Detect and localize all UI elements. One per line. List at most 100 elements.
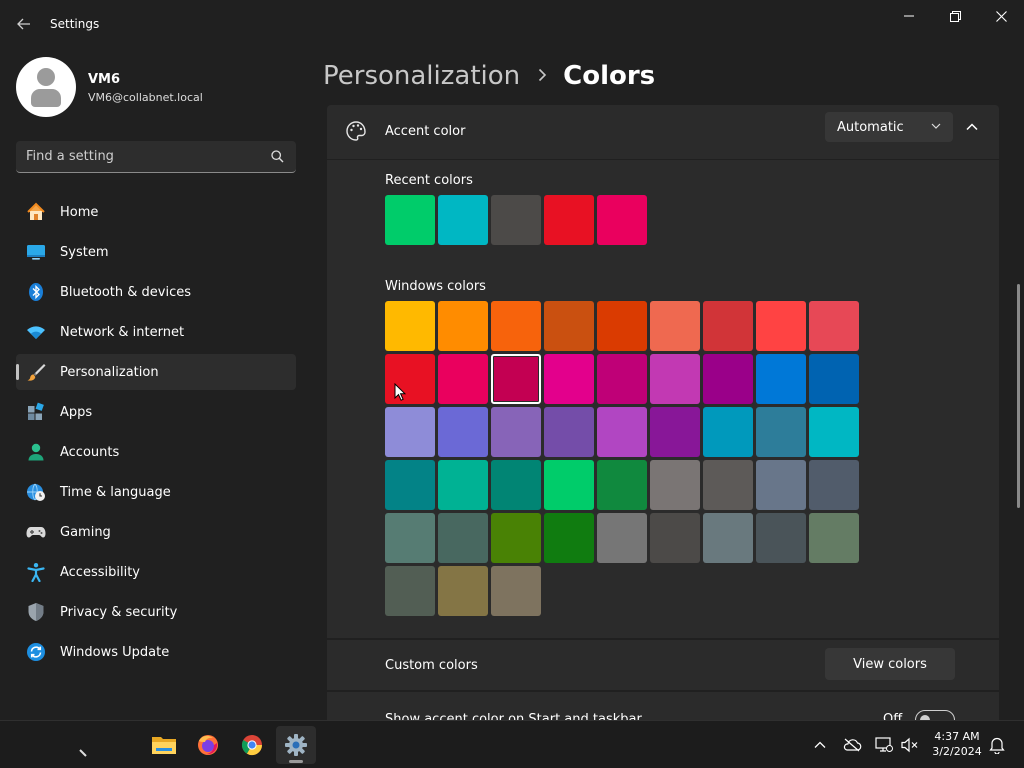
- recent-color-swatch[interactable]: [544, 195, 594, 245]
- windows-color-swatch[interactable]: [491, 460, 541, 510]
- windows-color-swatch[interactable]: [544, 354, 594, 404]
- sidebar-item-time-language[interactable]: Time & language: [16, 474, 296, 510]
- sidebar-item-privacy-security[interactable]: Privacy & security: [16, 594, 296, 630]
- windows-color-swatch[interactable]: [385, 301, 435, 351]
- windows-color-swatch[interactable]: [809, 513, 859, 563]
- cloud-offline-icon: [843, 738, 862, 752]
- sidebar-item-network[interactable]: Network & internet: [16, 314, 296, 350]
- windows-color-swatch[interactable]: [756, 407, 806, 457]
- windows-color-swatch[interactable]: [385, 407, 435, 457]
- windows-color-swatch[interactable]: [809, 301, 859, 351]
- sidebar-item-accounts[interactable]: Accounts: [16, 434, 296, 470]
- windows-color-swatch[interactable]: [809, 460, 859, 510]
- windows-color-swatch[interactable]: [597, 301, 647, 351]
- chrome-icon: [241, 735, 263, 756]
- windows-color-swatch[interactable]: [385, 513, 435, 563]
- close-button[interactable]: [978, 0, 1024, 32]
- sidebar-item-gaming[interactable]: Gaming: [16, 514, 296, 550]
- windows-color-swatch[interactable]: [385, 354, 435, 404]
- taskbar-settings[interactable]: [276, 726, 316, 764]
- page-title: Colors: [563, 61, 656, 91]
- sidebar-item-windows-update[interactable]: Windows Update: [16, 634, 296, 670]
- windows-color-swatch[interactable]: [544, 407, 594, 457]
- windows-color-swatch[interactable]: [385, 460, 435, 510]
- windows-color-swatch[interactable]: [650, 354, 700, 404]
- windows-color-swatch[interactable]: [491, 354, 541, 404]
- scrollbar[interactable]: [1017, 284, 1020, 508]
- sidebar-item-system[interactable]: System: [16, 234, 296, 270]
- accent-color-header[interactable]: Accent color Automatic: [327, 105, 999, 159]
- accounts-icon: [26, 442, 46, 462]
- onedrive-tray[interactable]: [840, 733, 864, 757]
- windows-color-swatch[interactable]: [597, 513, 647, 563]
- recent-color-swatch[interactable]: [385, 195, 435, 245]
- windows-color-swatch[interactable]: [703, 513, 753, 563]
- search-input[interactable]: [26, 141, 266, 172]
- show-hidden-icons-button[interactable]: [808, 733, 832, 757]
- windows-color-swatch[interactable]: [544, 460, 594, 510]
- sidebar-item-label: System: [60, 244, 109, 260]
- windows-color-swatch[interactable]: [385, 566, 435, 616]
- sidebar-item-personalization[interactable]: Personalization: [16, 354, 296, 390]
- windows-color-swatch[interactable]: [756, 354, 806, 404]
- windows-color-swatch[interactable]: [650, 460, 700, 510]
- shield-icon: [26, 602, 46, 622]
- collapse-button[interactable]: [957, 112, 987, 142]
- sidebar-nav: Home System Bluetooth & devices Network …: [16, 194, 296, 674]
- taskbar-chrome[interactable]: [232, 726, 272, 764]
- windows-color-swatch[interactable]: [597, 460, 647, 510]
- taskbar-clock[interactable]: 4:37 AM 3/2/2024: [926, 729, 988, 759]
- windows-color-swatch[interactable]: [756, 460, 806, 510]
- sidebar-item-apps[interactable]: Apps: [16, 394, 296, 430]
- sidebar-item-label: Home: [60, 204, 99, 220]
- accent-start-taskbar-toggle[interactable]: [915, 710, 955, 720]
- recent-color-swatch[interactable]: [597, 195, 647, 245]
- windows-color-swatch[interactable]: [597, 354, 647, 404]
- sidebar-item-accessibility[interactable]: Accessibility: [16, 554, 296, 590]
- windows-color-swatch[interactable]: [703, 460, 753, 510]
- windows-color-swatch[interactable]: [491, 407, 541, 457]
- search-icon[interactable]: [271, 150, 284, 163]
- windows-color-swatch[interactable]: [756, 513, 806, 563]
- windows-color-swatch[interactable]: [809, 407, 859, 457]
- chevron-up-icon: [966, 123, 978, 131]
- windows-color-swatch[interactable]: [438, 566, 488, 616]
- network-tray[interactable]: [872, 733, 896, 757]
- windows-color-swatch[interactable]: [438, 407, 488, 457]
- windows-color-swatch[interactable]: [438, 301, 488, 351]
- recent-color-swatch[interactable]: [438, 195, 488, 245]
- windows-color-swatch[interactable]: [703, 407, 753, 457]
- windows-color-swatch[interactable]: [650, 513, 700, 563]
- windows-color-swatch[interactable]: [438, 513, 488, 563]
- recent-color-swatch[interactable]: [491, 195, 541, 245]
- minimize-button[interactable]: [886, 0, 932, 32]
- accent-mode-dropdown[interactable]: Automatic: [825, 112, 953, 142]
- toggle-state-label: Off: [883, 712, 903, 720]
- back-button[interactable]: [8, 8, 40, 40]
- notifications-button[interactable]: [985, 733, 1009, 757]
- windows-color-swatch[interactable]: [650, 301, 700, 351]
- avatar-head: [37, 68, 55, 86]
- windows-color-swatch[interactable]: [809, 354, 859, 404]
- windows-color-swatch[interactable]: [650, 407, 700, 457]
- windows-color-swatch[interactable]: [491, 566, 541, 616]
- windows-color-swatch[interactable]: [491, 513, 541, 563]
- windows-color-swatch[interactable]: [438, 354, 488, 404]
- windows-color-swatch[interactable]: [544, 513, 594, 563]
- windows-color-swatch[interactable]: [703, 301, 753, 351]
- taskbar-firefox[interactable]: [188, 726, 228, 764]
- windows-color-swatch[interactable]: [703, 354, 753, 404]
- volume-tray[interactable]: [898, 733, 922, 757]
- windows-color-swatch[interactable]: [544, 301, 594, 351]
- view-colors-button[interactable]: View colors: [825, 648, 955, 680]
- restore-button[interactable]: [932, 0, 978, 32]
- sidebar-item-home[interactable]: Home: [16, 194, 296, 230]
- windows-color-swatch[interactable]: [438, 460, 488, 510]
- avatar[interactable]: [16, 57, 76, 117]
- sidebar-item-bluetooth[interactable]: Bluetooth & devices: [16, 274, 296, 310]
- windows-color-swatch[interactable]: [597, 407, 647, 457]
- windows-color-swatch[interactable]: [491, 301, 541, 351]
- breadcrumb-parent[interactable]: Personalization: [323, 61, 520, 91]
- taskbar-file-explorer[interactable]: [144, 726, 184, 764]
- windows-color-swatch[interactable]: [756, 301, 806, 351]
